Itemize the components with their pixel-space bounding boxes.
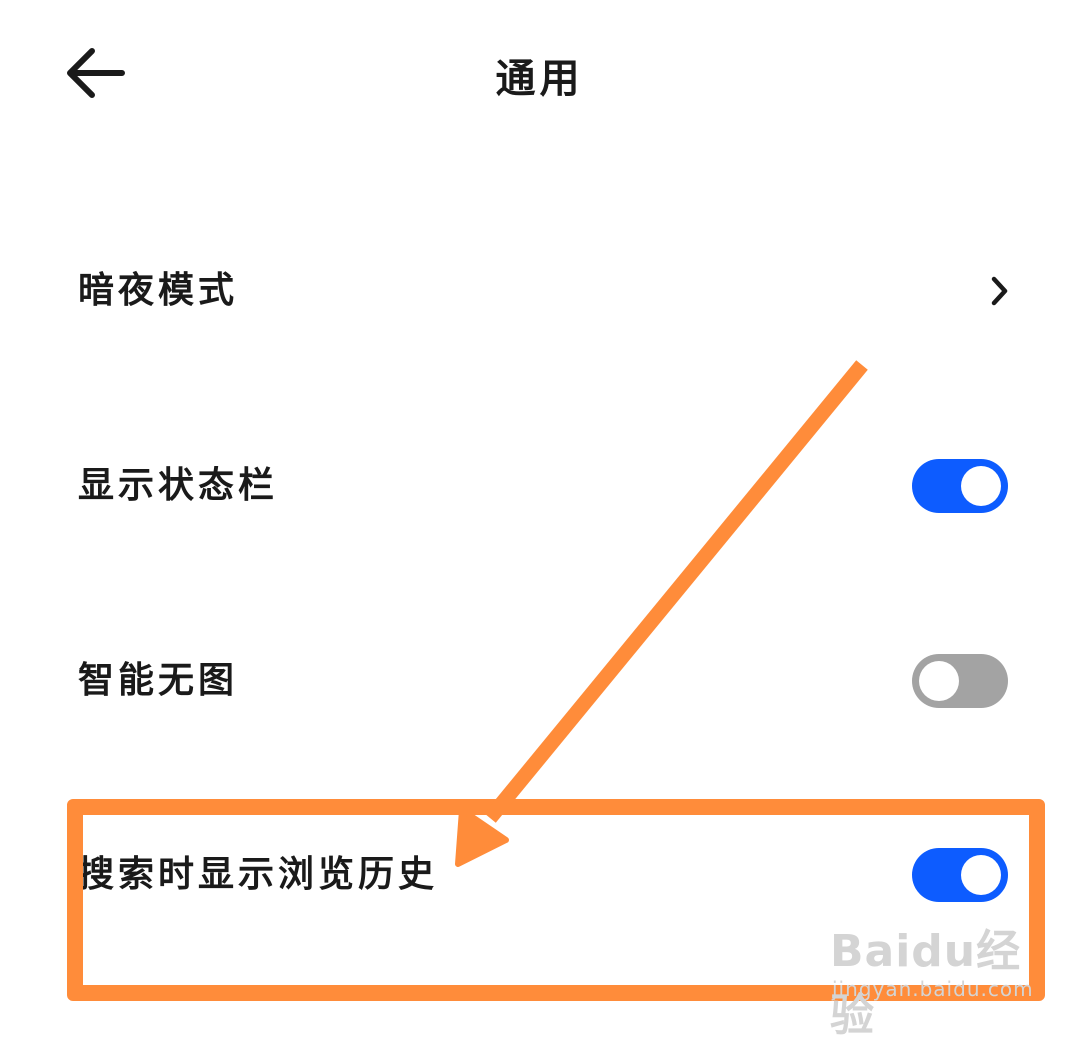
setting-label: 智能无图 xyxy=(78,660,239,701)
setting-row-dark-mode[interactable]: 暗夜模式 xyxy=(0,236,1079,346)
watermark: Baidu经验 jingyan.baidu.com xyxy=(830,915,1060,1041)
page-title: 通用 xyxy=(495,56,584,102)
smart-no-image-toggle[interactable] xyxy=(912,654,1008,708)
chevron-right-icon xyxy=(991,276,1008,306)
watermark-logo: Baidu经验 xyxy=(830,926,1022,1041)
status-bar-toggle[interactable] xyxy=(912,459,1008,513)
setting-label: 暗夜模式 xyxy=(78,270,239,311)
watermark-url: jingyan.baidu.com xyxy=(832,977,1034,1001)
toggle-knob xyxy=(961,466,1001,506)
setting-label: 显示状态栏 xyxy=(78,465,279,506)
toggle-knob xyxy=(961,855,1001,895)
toggle-knob xyxy=(919,661,959,701)
search-history-toggle[interactable] xyxy=(912,848,1008,902)
setting-row-smart-no-image: 智能无图 xyxy=(0,626,1079,736)
setting-row-search-history: 搜索时显示浏览历史 xyxy=(0,820,1079,930)
setting-label: 搜索时显示浏览历史 xyxy=(78,854,439,895)
setting-row-status-bar: 显示状态栏 xyxy=(0,431,1079,541)
